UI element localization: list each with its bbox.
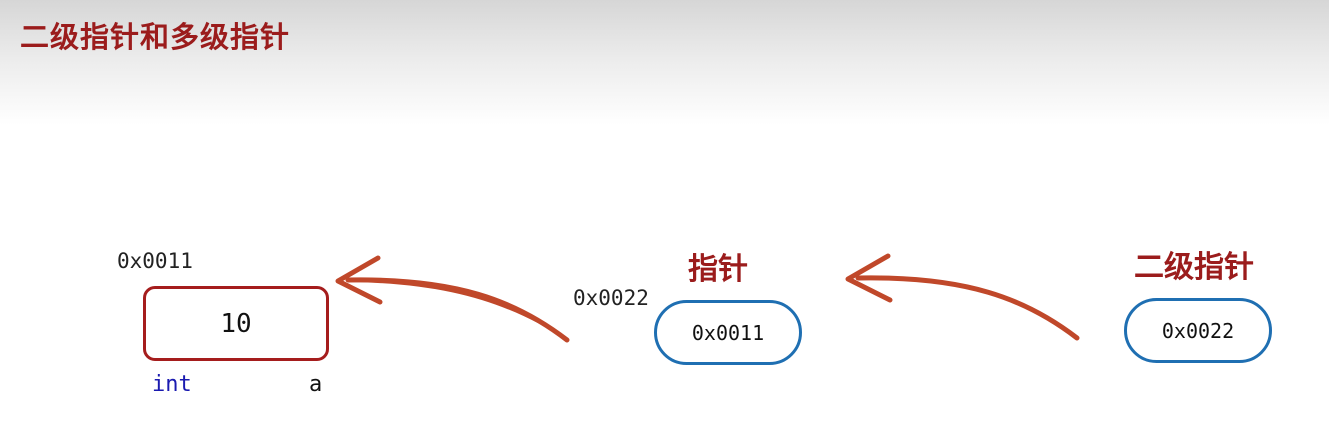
arrow-double-pointer-to-pointer [845,253,1080,341]
variable-box: 10 [143,286,329,361]
pointer-pill: 0x0011 [654,300,802,365]
double-pointer-title: 二级指针 [1134,250,1254,285]
arrow-pointer-to-variable [335,255,570,343]
pointer-address-label: 0x0022 [573,286,649,310]
pointer-title: 指针 [688,252,748,287]
variable-value: 10 [220,308,252,339]
variable-name-label: a [309,372,323,397]
arrows-layer [335,253,1080,343]
pointer-value: 0x0011 [691,320,765,345]
double-pointer-value: 0x0022 [1161,318,1235,343]
variable-type-label: int [152,372,192,397]
variable-address-label: 0x0011 [117,249,193,273]
double-pointer-pill: 0x0022 [1124,298,1272,363]
